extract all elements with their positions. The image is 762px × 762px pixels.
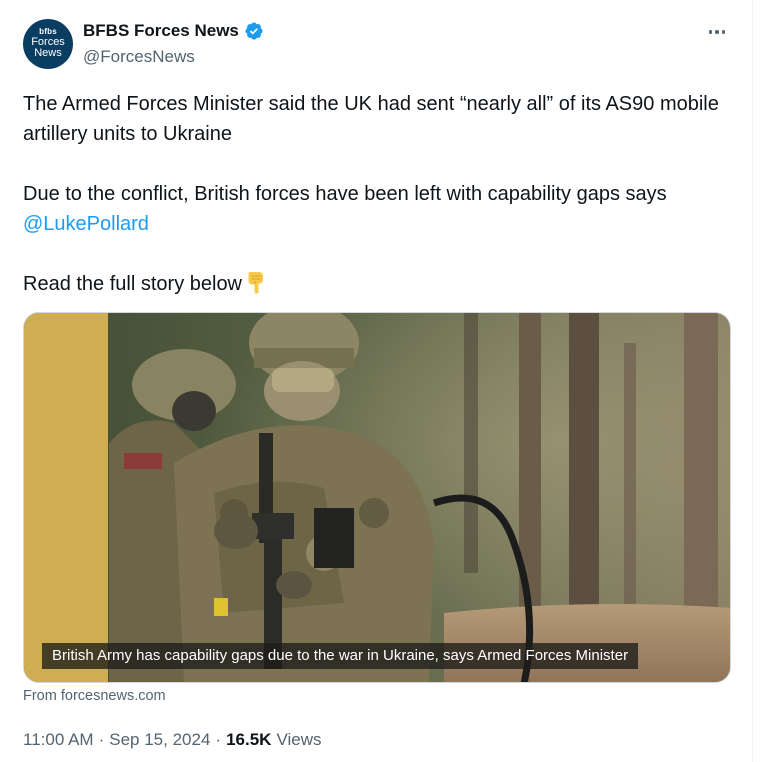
views-count: 16.5K [226,730,272,749]
display-name[interactable]: BFBS Forces News [83,21,239,41]
tweet-time[interactable]: 11:00 AM [23,730,94,750]
mention-link[interactable]: @LukePollard [23,213,149,235]
views-label: Views [276,730,322,749]
more-options-icon[interactable] [705,22,729,42]
tweet-metadata: 11:00 AM · Sep 15, 2024 · 16.5K Views [23,730,322,750]
author-name-row: BFBS Forces News [83,21,264,41]
verified-badge-icon [245,22,263,40]
tweet-paragraph-2-text: Due to the conflict, British forces have… [23,183,667,205]
tweet-text: The Armed Forces Minister said the UK ha… [23,89,733,299]
soldiers-image [24,313,730,682]
tweet-date[interactable]: Sep 15, 2024 [109,730,210,750]
tweet-paragraph-3-text: Read the full story below [23,273,243,295]
media-caption: British Army has capability gaps due to … [42,643,639,669]
link-source[interactable]: From forcesnews.com [23,688,166,704]
pointing-down-hand-icon [248,272,264,294]
avatar[interactable]: bfbs Forces News [23,19,73,69]
separator-dot: · [98,730,105,749]
tweet-paragraph-3: Read the full story below [23,269,733,299]
separator-dot: · [215,730,222,749]
tweet-paragraph-2: Due to the conflict, British forces have… [23,179,733,239]
link-card-media[interactable]: British Army has capability gaps due to … [23,312,731,683]
author-handle[interactable]: @ForcesNews [83,47,195,67]
tweet-card: bfbs Forces News BFBS Forces News @Force… [0,0,753,762]
avatar-line-3: News [34,47,62,60]
tweet-paragraph-1: The Armed Forces Minister said the UK ha… [23,93,719,145]
